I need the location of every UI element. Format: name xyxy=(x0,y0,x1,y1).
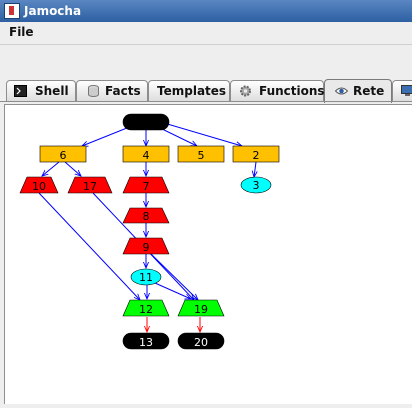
terminal-icon xyxy=(14,85,27,97)
gear-icon xyxy=(239,85,252,97)
node-label-3: 3 xyxy=(253,179,260,192)
alpha-node-4[interactable]: 4 xyxy=(123,146,169,162)
eye-icon xyxy=(335,85,348,97)
alpha-node-2[interactable]: 2 xyxy=(233,146,279,162)
tab-rete-label: Rete xyxy=(353,84,384,98)
filter-node-17[interactable]: 17 xyxy=(68,177,112,193)
edge-root-5 xyxy=(158,127,197,146)
node-label-9: 9 xyxy=(143,241,150,254)
tab-templates-label: Templates xyxy=(157,84,226,98)
join-node-19[interactable]: 19 xyxy=(178,300,224,316)
java-app-icon xyxy=(4,3,20,19)
tab-strip: Shell Facts Templates Functions Rete xyxy=(0,80,412,102)
node-label-17: 17 xyxy=(83,180,97,193)
filter-node-8[interactable]: 8 xyxy=(123,208,169,223)
alpha-memory-node-11[interactable]: 11 xyxy=(131,269,161,285)
join-node-12[interactable]: 12 xyxy=(123,300,169,316)
alpha-node-5[interactable]: 5 xyxy=(178,146,224,162)
node-label-11: 11 xyxy=(139,271,153,284)
node-label-7: 7 xyxy=(143,180,150,193)
node-label-4: 4 xyxy=(143,149,150,162)
node-label-8: 8 xyxy=(143,210,150,223)
edge-root-2 xyxy=(164,123,242,146)
node-label-19: 19 xyxy=(194,303,208,316)
rete-network-graph: 6 4 5 2 3 10 xyxy=(5,105,412,404)
window-title: Jamocha xyxy=(24,3,81,19)
edge-6-10 xyxy=(42,162,59,176)
tab-rete[interactable]: Rete xyxy=(324,79,392,103)
database-icon xyxy=(87,85,100,97)
graph-nodes: 6 4 5 2 3 10 xyxy=(20,114,279,349)
title-bar: Jamocha xyxy=(0,0,412,22)
terminal-node-13[interactable]: 13 xyxy=(123,333,169,349)
filter-node-7[interactable]: 7 xyxy=(123,177,169,193)
tab-shell[interactable]: Shell xyxy=(6,80,76,102)
tab-functions[interactable]: Functions xyxy=(230,80,324,102)
edge-6-17 xyxy=(65,162,81,176)
root-node[interactable] xyxy=(123,114,169,130)
node-label-13: 13 xyxy=(139,336,153,349)
node-label-10: 10 xyxy=(32,180,46,193)
rete-panel: 6 4 5 2 3 10 xyxy=(4,104,412,404)
menu-bar: File xyxy=(0,22,412,45)
node-label-6: 6 xyxy=(60,149,67,162)
edge-10-12 xyxy=(39,193,140,300)
tab-functions-label: Functions xyxy=(259,84,325,98)
terminal-node-20[interactable]: 20 xyxy=(178,333,224,349)
monitor-icon xyxy=(401,85,412,97)
edge-2-3 xyxy=(254,162,256,177)
tab-shell-label: Shell xyxy=(35,84,69,98)
node-label-2: 2 xyxy=(253,149,260,162)
tab-templates[interactable]: Templates xyxy=(148,80,230,102)
tab-overflow[interactable] xyxy=(392,80,412,102)
tab-facts[interactable]: Facts xyxy=(76,80,148,102)
filter-node-9[interactable]: 9 xyxy=(123,238,169,254)
menu-file[interactable]: File xyxy=(9,25,34,39)
node-label-20: 20 xyxy=(194,336,208,349)
node-label-12: 12 xyxy=(139,303,153,316)
filter-node-10[interactable]: 10 xyxy=(20,177,58,193)
alpha-memory-node-3[interactable]: 3 xyxy=(241,177,271,193)
tab-divider xyxy=(0,101,412,102)
tab-facts-label: Facts xyxy=(105,84,141,98)
node-label-5: 5 xyxy=(198,149,205,162)
alpha-node-6[interactable]: 6 xyxy=(40,146,86,162)
